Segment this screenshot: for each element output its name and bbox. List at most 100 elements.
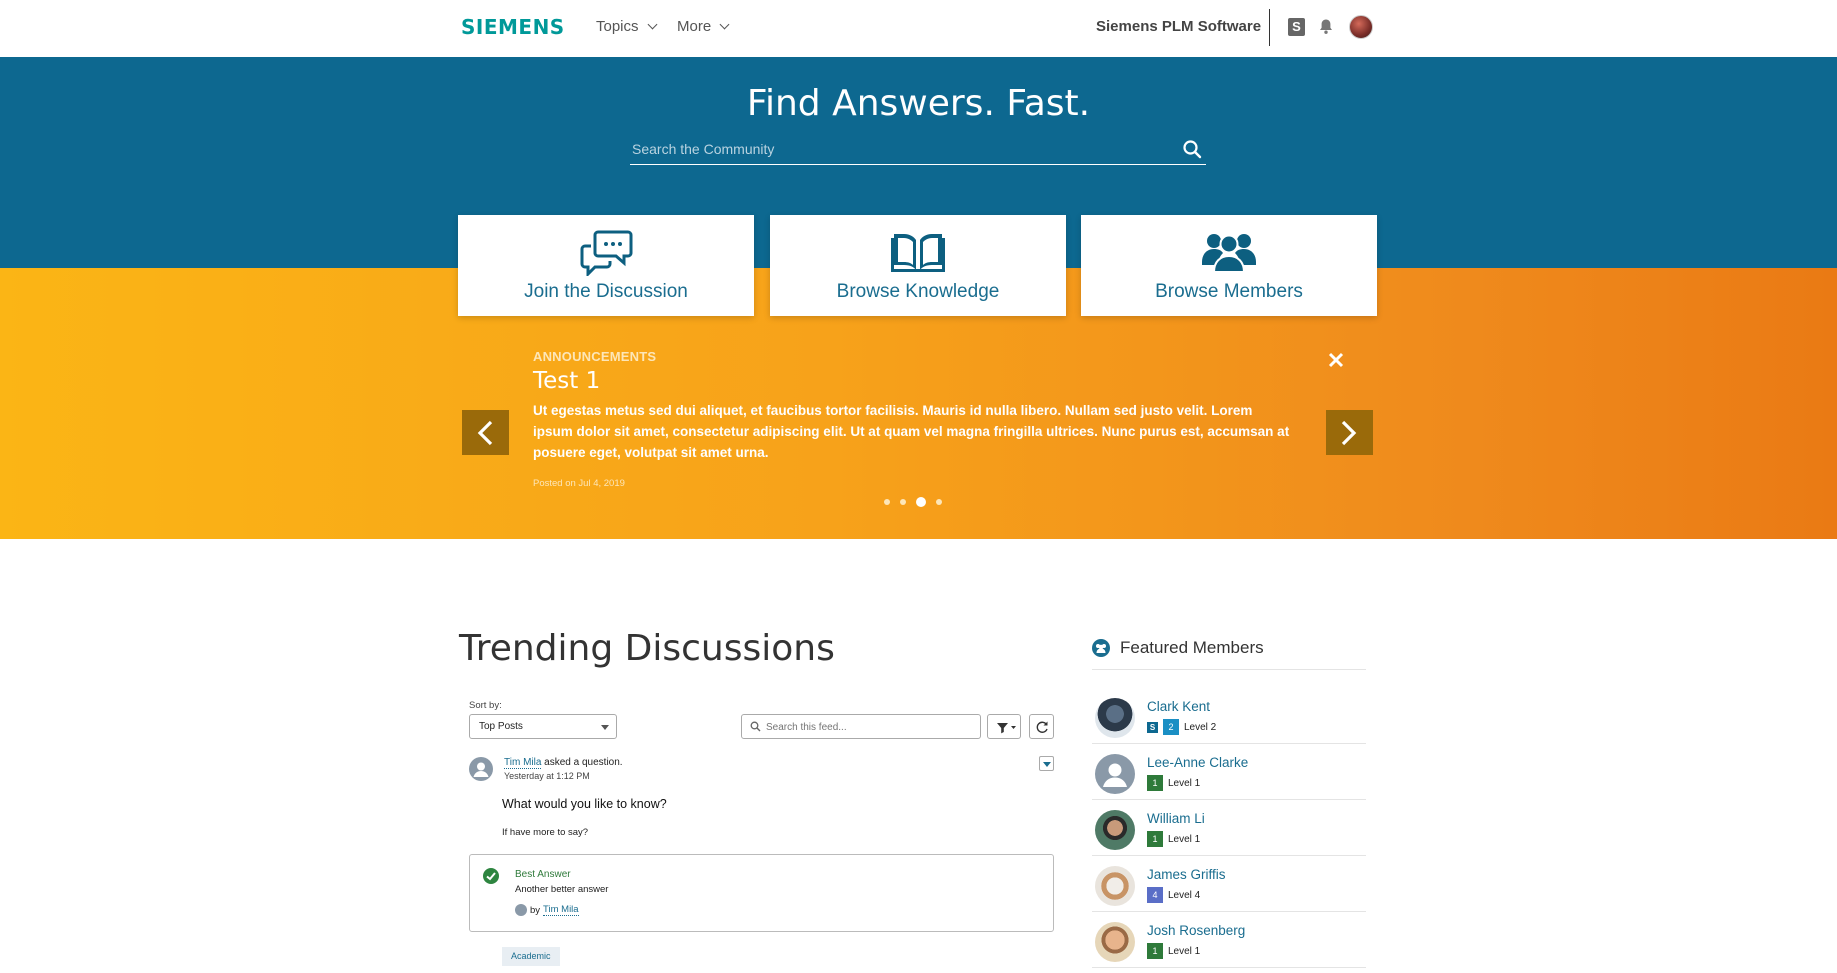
member-name-link[interactable]: William Li — [1147, 811, 1205, 826]
level-text: Level 1 — [1168, 945, 1201, 957]
best-answer-text: Another better answer — [515, 884, 609, 895]
member-avatar[interactable] — [1095, 866, 1135, 906]
sort-value: Top Posts — [479, 721, 523, 732]
browse-knowledge-tile[interactable]: Browse Knowledge — [770, 215, 1066, 316]
community-search — [630, 134, 1206, 165]
top-header: SIEMENS Topics More Siemens PLM Software… — [0, 0, 1837, 57]
search-icon — [750, 721, 761, 732]
member-avatar[interactable] — [1095, 922, 1135, 962]
featured-members-title: Featured Members — [1120, 638, 1264, 657]
carousel-dot[interactable] — [884, 499, 890, 505]
post-action-text: asked a question. — [541, 757, 623, 768]
divider — [1092, 669, 1366, 670]
nav-topics-label: Topics — [596, 18, 639, 35]
trending-title: Trending Discussions — [459, 628, 835, 669]
post-author-link[interactable]: Tim Mila — [504, 757, 542, 769]
browse-knowledge-label: Browse Knowledge — [836, 281, 1000, 302]
member-avatar[interactable] — [1095, 810, 1135, 850]
post-question[interactable]: What would you like to know? — [502, 797, 667, 811]
level-text: Level 2 — [1184, 721, 1217, 733]
user-avatar[interactable] — [1349, 15, 1373, 39]
chevron-right-icon — [1341, 420, 1357, 446]
member-name-link[interactable]: Clark Kent — [1147, 699, 1210, 714]
member-avatar[interactable] — [1095, 698, 1135, 738]
announcement-body: Ut egestas metus sed dui aliquet, et fau… — [533, 403, 1290, 460]
check-circle-icon — [483, 868, 499, 884]
feed-search-input[interactable] — [766, 719, 971, 735]
post-author-line: Tim Mila asked a question. — [504, 757, 623, 769]
join-discussion-label: Join the Discussion — [524, 281, 688, 302]
member-name-link[interactable]: Lee-Anne Clarke — [1147, 755, 1248, 770]
best-answer-box: Best Answer Another better answer by Tim… — [469, 854, 1054, 932]
member-item: Josh Rosenberg 1 Level 1 — [1092, 912, 1366, 968]
filter-button[interactable] — [987, 714, 1021, 739]
nav-more-label: More — [677, 18, 712, 35]
member-item: Lee-Anne Clarke 1 Level 1 — [1092, 744, 1366, 800]
chevron-down-icon — [647, 19, 657, 30]
s-app-icon[interactable]: S — [1288, 18, 1305, 36]
member-level: 1 Level 1 — [1147, 943, 1200, 959]
sort-label: Sort by: — [469, 700, 502, 711]
member-level: S 2 Level 2 — [1147, 719, 1216, 735]
member-name-link[interactable]: Josh Rosenberg — [1147, 923, 1245, 938]
post-actions-menu[interactable] — [1039, 756, 1054, 771]
header-divider — [1269, 9, 1270, 46]
person-silhouette-icon — [1103, 763, 1127, 787]
feed-search — [741, 714, 981, 739]
person-silhouette-icon — [473, 762, 489, 777]
nav-topics-menu[interactable]: Topics — [596, 18, 657, 35]
best-answer-label: Best Answer — [515, 869, 571, 880]
member-level: 1 Level 1 — [1147, 775, 1200, 791]
nav-more-menu[interactable]: More — [677, 18, 730, 35]
announcement-title: Test 1 — [533, 368, 601, 394]
post-timestamp[interactable]: Yesterday at 1:12 PM — [504, 771, 590, 781]
level-badge: 4 — [1147, 887, 1163, 903]
member-item: William Li 1 Level 1 — [1092, 800, 1366, 856]
filter-icon — [997, 723, 1016, 734]
level-badge: 1 — [1147, 943, 1163, 959]
level-text: Level 1 — [1168, 777, 1201, 789]
featured-members-header: Featured Members — [1092, 638, 1264, 658]
member-name-link[interactable]: James Griffis — [1147, 867, 1226, 882]
hero-title: Find Answers. Fast. — [746, 83, 1091, 124]
best-answer-author-link[interactable]: Tim Mila — [543, 904, 579, 916]
chevron-down-icon — [719, 19, 730, 30]
carousel-next-button[interactable] — [1326, 410, 1373, 455]
level-badge: 2 — [1163, 719, 1179, 735]
members-icon — [1092, 639, 1110, 657]
post-detail: If have more to say? — [502, 827, 589, 838]
best-answer-by-text: by — [530, 904, 541, 916]
member-item: Clark Kent S 2 Level 2 — [1092, 688, 1366, 744]
community-search-input[interactable] — [630, 134, 1160, 164]
refresh-button[interactable] — [1029, 714, 1054, 739]
member-level: 1 Level 1 — [1147, 831, 1200, 847]
chevron-left-icon — [477, 420, 493, 446]
sort-select[interactable]: Top Posts — [469, 714, 617, 739]
member-item: James Griffis 4 Level 4 — [1092, 856, 1366, 912]
carousel-dot[interactable] — [900, 499, 906, 505]
close-icon[interactable] — [1327, 351, 1345, 369]
member-level: 4 Level 4 — [1147, 887, 1200, 903]
carousel-dot[interactable] — [936, 499, 942, 505]
post-author-avatar[interactable] — [469, 757, 493, 781]
announcement-kicker: ANNOUNCEMENTS — [533, 349, 657, 364]
member-avatar[interactable] — [1095, 754, 1135, 794]
level-badge: 1 — [1147, 831, 1163, 847]
carousel-dots — [884, 497, 942, 507]
browse-members-tile[interactable]: Browse Members — [1081, 215, 1377, 316]
siemens-plm-link[interactable]: Siemens PLM Software — [1096, 18, 1261, 35]
chat-bubbles-icon — [580, 230, 633, 276]
search-icon[interactable] — [1182, 139, 1202, 159]
carousel-prev-button[interactable] — [462, 410, 509, 455]
carousel-dot-active[interactable] — [916, 497, 926, 507]
announcement-date: Posted on Jul 4, 2019 — [533, 478, 625, 489]
level-text: Level 4 — [1168, 889, 1201, 901]
browse-members-label: Browse Members — [1155, 281, 1303, 302]
bell-icon[interactable] — [1318, 18, 1334, 35]
member-s-badge: S — [1147, 721, 1158, 733]
open-book-icon — [891, 234, 945, 272]
siemens-logo[interactable]: SIEMENS — [461, 15, 565, 39]
topic-tag[interactable]: Academic — [502, 947, 560, 966]
join-discussion-tile[interactable]: Join the Discussion — [458, 215, 754, 316]
level-badge: 1 — [1147, 775, 1163, 791]
